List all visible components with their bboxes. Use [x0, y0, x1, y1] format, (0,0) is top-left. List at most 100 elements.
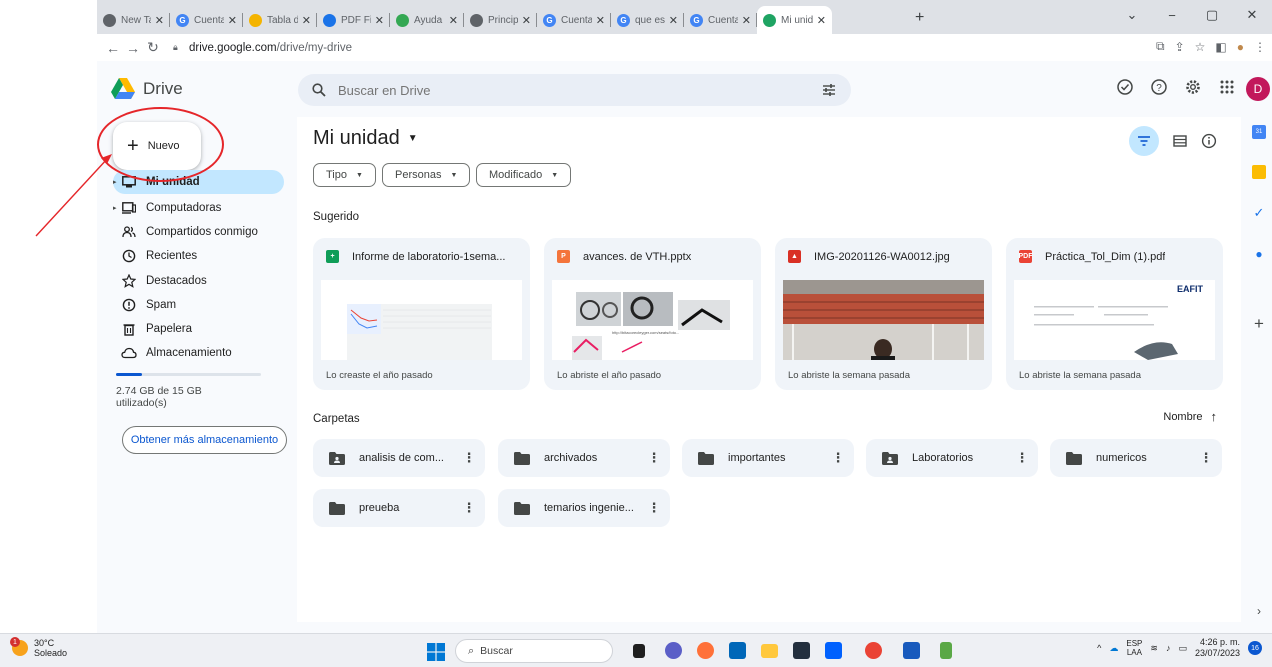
- more-actions-icon[interactable]: ⋮: [459, 450, 479, 466]
- list-view-icon[interactable]: [1173, 135, 1187, 147]
- folder-item[interactable]: analisis de com... ⋮: [313, 439, 485, 477]
- sidebar-item[interactable]: Destacados: [113, 269, 284, 293]
- dropbox-icon[interactable]: [825, 642, 842, 659]
- suggested-file-card[interactable]: Pavances. de VTH.pptx http://bitacorecley…: [544, 238, 761, 390]
- task-view-icon[interactable]: [633, 644, 645, 658]
- filter-chip[interactable]: Modificado ▼: [476, 163, 572, 187]
- chat-icon[interactable]: [665, 642, 682, 659]
- sidebar-item[interactable]: Recientes: [113, 244, 284, 268]
- tab-close-icon[interactable]: ✕: [742, 14, 751, 27]
- chrome-icon[interactable]: [865, 642, 882, 659]
- tab-close-icon[interactable]: ✕: [449, 14, 458, 27]
- windows-start-icon[interactable]: [427, 643, 445, 661]
- suggested-file-card[interactable]: ▲ IMG-20201126-WA0012.jpg Lo abriste la se…: [775, 238, 992, 390]
- back-icon[interactable]: ←: [103, 40, 123, 56]
- firefox-icon[interactable]: [697, 642, 714, 659]
- wifi-icon[interactable]: ≋: [1150, 643, 1158, 654]
- expand-panel-icon[interactable]: ›: [1252, 604, 1266, 618]
- tab[interactable]: Principales ✕: [464, 6, 537, 34]
- tab[interactable]: G Cuenta de G ✕: [537, 6, 611, 34]
- tab-close-icon[interactable]: ✕: [302, 14, 311, 27]
- account-avatar[interactable]: D: [1246, 77, 1270, 101]
- tab-close-icon[interactable]: ✕: [522, 14, 531, 27]
- file-explorer-icon[interactable]: [761, 644, 778, 658]
- new-tab-button[interactable]: +: [915, 9, 924, 27]
- sort-control[interactable]: Nombre ↑: [1163, 409, 1217, 424]
- sidebar-item[interactable]: Compartidos conmigo: [113, 220, 284, 244]
- tab-search-icon[interactable]: ⌄: [1112, 7, 1152, 23]
- volume-icon[interactable]: ♪: [1166, 643, 1171, 653]
- sidebar-item[interactable]: Almacenamiento: [113, 341, 284, 365]
- reload-icon[interactable]: ↻: [143, 39, 163, 56]
- search-input[interactable]: [338, 82, 778, 98]
- search-bar[interactable]: [298, 74, 851, 106]
- filter-toggle-button[interactable]: [1129, 126, 1159, 156]
- battery-icon[interactable]: ▭: [1178, 643, 1187, 654]
- more-actions-icon[interactable]: ⋮: [1196, 450, 1216, 466]
- apps-grid-icon[interactable]: [1218, 78, 1236, 96]
- folder-item[interactable]: temarios ingenie... ⋮: [498, 489, 670, 527]
- contacts-icon[interactable]: ●: [1252, 247, 1266, 261]
- suggested-file-card[interactable]: + Informe de laboratorio-1sema... Lo creas…: [313, 238, 530, 390]
- sidebar-item[interactable]: Papelera: [113, 317, 284, 341]
- drive-logo[interactable]: Drive: [111, 78, 183, 99]
- tab[interactable]: Gque es una ✕: [611, 6, 684, 34]
- add-addon-icon[interactable]: +: [1252, 314, 1266, 333]
- folder-item[interactable]: importantes ⋮: [682, 439, 854, 477]
- tab[interactable]: G Cuenta de G ✕: [684, 6, 757, 34]
- tab-close-icon[interactable]: ✕: [375, 14, 384, 27]
- info-icon[interactable]: [1201, 133, 1217, 149]
- chevron-up-icon[interactable]: ^: [1097, 643, 1101, 653]
- tab[interactable]: Ayuda de C ✕: [390, 6, 464, 34]
- filter-chip[interactable]: Tipo ▼: [313, 163, 376, 187]
- store-icon[interactable]: [729, 642, 746, 659]
- folder-item[interactable]: numericos ⋮: [1050, 439, 1222, 477]
- calendar-icon[interactable]: 31: [1252, 125, 1266, 139]
- more-actions-icon[interactable]: ⋮: [459, 500, 479, 516]
- menu-icon[interactable]: ⋮: [1254, 40, 1266, 54]
- tab[interactable]: G Cuenta de G ✕: [170, 6, 243, 34]
- onedrive-icon[interactable]: ☁︎: [1109, 643, 1118, 654]
- amazon-icon[interactable]: [793, 642, 810, 659]
- suggested-file-card[interactable]: PDF Práctica_Tol_Dim (1).pdf EAFIT Lo abris…: [1006, 238, 1223, 390]
- settings-gear-icon[interactable]: [1184, 78, 1202, 96]
- bookmark-star-icon[interactable]: ☆: [1195, 40, 1206, 54]
- get-more-storage-button[interactable]: Obtener más almacenamiento: [122, 426, 287, 454]
- folder-item[interactable]: Laboratorios ⋮: [866, 439, 1038, 477]
- sidebar-item[interactable]: Spam: [113, 293, 284, 317]
- share-icon[interactable]: ⇪: [1175, 40, 1185, 54]
- tasks-icon[interactable]: ✓: [1252, 205, 1266, 220]
- more-actions-icon[interactable]: ⋮: [1012, 450, 1032, 466]
- profile-icon[interactable]: ●: [1237, 40, 1244, 54]
- help-icon[interactable]: ?: [1150, 78, 1168, 96]
- page-title[interactable]: Mi unidad ▼: [313, 127, 418, 150]
- keep-icon[interactable]: [1252, 165, 1266, 179]
- sidebar-item[interactable]: ▸ Mi unidad: [113, 170, 284, 194]
- tab-close-icon[interactable]: ✕: [817, 14, 826, 27]
- new-button[interactable]: + Nuevo: [113, 122, 201, 170]
- expand-caret-icon[interactable]: ▸: [113, 204, 121, 212]
- install-icon[interactable]: ⧉: [1156, 39, 1165, 54]
- restore-button[interactable]: ▢: [1192, 7, 1232, 23]
- taskbar-search[interactable]: ⌕ Buscar: [455, 639, 613, 663]
- word-icon[interactable]: [903, 642, 920, 659]
- filter-chip[interactable]: Personas ▼: [382, 163, 471, 187]
- notification-count[interactable]: 16: [1248, 641, 1262, 655]
- sort-arrow-up-icon[interactable]: ↑: [1211, 409, 1218, 424]
- tab-close-icon[interactable]: ✕: [155, 14, 164, 27]
- folder-item[interactable]: archivados ⋮: [498, 439, 670, 477]
- sidebar-item[interactable]: ▸ Computadoras: [113, 196, 284, 220]
- expand-caret-icon[interactable]: ▸: [113, 178, 121, 186]
- tab-active[interactable]: Mi unidad ✕: [757, 6, 832, 34]
- tab-close-icon[interactable]: ✕: [596, 14, 605, 27]
- offline-ready-icon[interactable]: [1116, 78, 1134, 96]
- more-actions-icon[interactable]: ⋮: [828, 450, 848, 466]
- more-actions-icon[interactable]: ⋮: [644, 450, 664, 466]
- language-indicator[interactable]: ESP LAA: [1126, 639, 1142, 657]
- address-bar[interactable]: 🔒︎ drive.google.com/drive/my-drive: [173, 37, 1173, 58]
- tab[interactable]: PDF File vie ✕: [317, 6, 390, 34]
- side-panel-icon[interactable]: ◧: [1215, 40, 1226, 54]
- tab[interactable]: New Tab ✕: [97, 6, 170, 34]
- forward-icon[interactable]: →: [123, 40, 143, 56]
- minimize-button[interactable]: −: [1152, 8, 1192, 23]
